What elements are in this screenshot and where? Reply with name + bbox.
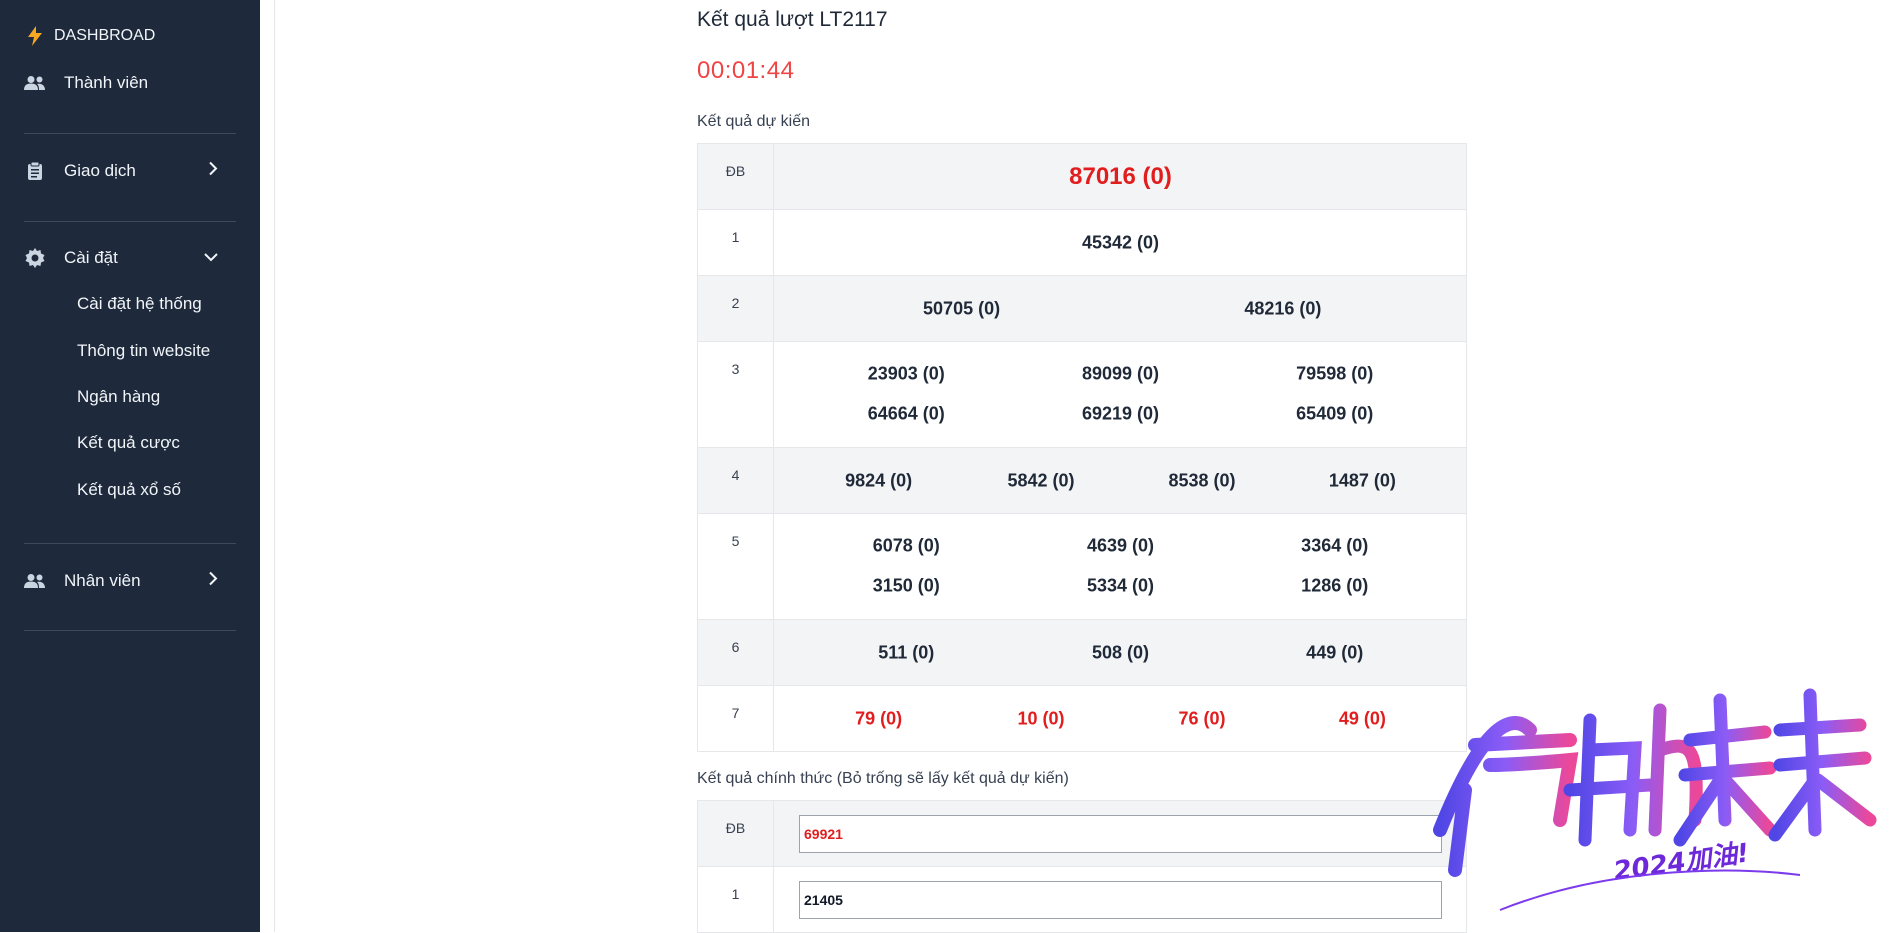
prize-value: 50705 (0) — [923, 298, 1001, 318]
special-prize-input[interactable] — [799, 814, 1442, 853]
prize-value: 5334 (0) — [1086, 575, 1155, 596]
expected-results-label: Kết quả dự kiến — [697, 113, 811, 130]
gear-icon — [24, 247, 46, 269]
prize-value: 9824 (0) — [845, 470, 913, 490]
prize-value: 3150 (0) — [872, 575, 940, 596]
sub-item-bet-results[interactable]: Kết quả cược — [77, 427, 180, 459]
table-row: 7 79 (0) 10 (0) 76 (0) 49 (0) — [698, 686, 1466, 751]
official-results-table: ĐB 1 — [697, 800, 1467, 933]
table-row: 1 45342 (0) — [698, 210, 1466, 276]
clipboard-icon — [24, 160, 46, 182]
prize-value: 76 (0) — [1178, 708, 1226, 728]
prize-value: 508 (0) — [1091, 642, 1150, 662]
page-title: Kết quả lượt LT2117 — [697, 8, 888, 31]
prize-value: 69219 (0) — [1081, 403, 1160, 424]
prize-value: 449 (0) — [1306, 642, 1364, 662]
sub-item-lottery-results[interactable]: Kết quả xổ số — [77, 474, 181, 506]
prize-value: 79 (0) — [855, 708, 903, 728]
prize-value: 23903 (0) — [867, 363, 945, 384]
prize-label: 1 — [698, 210, 774, 275]
sub-item-bank[interactable]: Ngân hàng — [77, 381, 160, 413]
nav-dashboard-label: DASHBROAD — [54, 27, 156, 44]
sidebar-divider — [24, 630, 236, 631]
table-row: 1 — [698, 867, 1466, 932]
expected-results-table: ĐB 87016 (0) 1 45342 (0) 2 50705 (0) 482… — [697, 143, 1467, 752]
nav-staff[interactable]: Nhân viên — [24, 561, 236, 601]
nav-settings-label: Cài đặt — [64, 248, 118, 267]
nav-settings[interactable]: Cài đặt — [24, 238, 236, 278]
first-prize-input[interactable] — [799, 880, 1442, 919]
prize-label: ĐB — [698, 144, 774, 209]
prize-value: 5842 (0) — [1007, 470, 1075, 490]
prize-value: 8538 (0) — [1168, 470, 1236, 490]
prize-label: 3 — [698, 342, 774, 447]
chevron-right-icon — [208, 571, 218, 591]
table-row: 6 511 (0) 508 (0) 449 (0) — [698, 620, 1466, 686]
nav-transactions-label: Giao dịch — [64, 161, 136, 180]
nav-transactions[interactable]: Giao dịch — [24, 151, 236, 191]
sidebar-divider — [24, 543, 236, 544]
countdown-timer: 00:01:44 — [697, 57, 795, 84]
table-row: 5 6078 (0) 4639 (0) 3364 (0) 3150 (0) 53… — [698, 514, 1466, 620]
users-icon — [24, 72, 46, 94]
table-row: 2 50705 (0) 48216 (0) — [698, 276, 1466, 342]
prize-value: 79598 (0) — [1296, 363, 1374, 384]
table-row: ĐB 87016 (0) — [698, 144, 1466, 210]
nav-members-label: Thành viên — [64, 73, 149, 92]
sub-item-system-settings[interactable]: Cài đặt hệ thống — [77, 288, 202, 320]
sidebar: DASHBROAD Thành viên Giao dịch Cài đặt C… — [0, 0, 260, 932]
sidebar-divider — [24, 133, 236, 134]
nav-dashboard[interactable]: DASHBROAD — [24, 16, 236, 56]
lightning-icon — [24, 25, 46, 47]
prize-value: 89099 (0) — [1081, 363, 1160, 384]
prize-value: 4639 (0) — [1086, 535, 1155, 556]
prize-value: 1487 (0) — [1328, 470, 1396, 490]
nav-staff-label: Nhân viên — [64, 571, 141, 590]
prize-label: ĐB — [698, 801, 774, 866]
prize-label: 2 — [698, 276, 774, 341]
chevron-right-icon — [208, 161, 218, 181]
prize-value: 64664 (0) — [867, 403, 945, 424]
prize-label: 5 — [698, 514, 774, 619]
chevron-down-icon — [204, 249, 218, 267]
prize-label: 4 — [698, 448, 774, 513]
prize-value: 10 (0) — [1017, 708, 1065, 728]
sidebar-divider — [24, 221, 236, 222]
prize-label: 6 — [698, 620, 774, 685]
table-row: ĐB — [698, 801, 1466, 867]
prize-value: 1286 (0) — [1301, 575, 1369, 596]
special-prize-value: 87016 (0) — [1069, 162, 1172, 190]
prize-value: 511 (0) — [878, 642, 935, 662]
prize-value: 65409 (0) — [1296, 403, 1374, 424]
official-results-label: Kết quả chính thức (Bỏ trống sẽ lấy kết … — [697, 770, 1069, 787]
prize-value: 48216 (0) — [1244, 298, 1322, 318]
sub-item-website-info[interactable]: Thông tin website — [77, 335, 210, 367]
prize-label: 7 — [698, 686, 774, 751]
nav-members[interactable]: Thành viên — [24, 63, 236, 103]
prize-label: 1 — [698, 867, 774, 932]
prize-value: 6078 (0) — [872, 535, 940, 556]
prize-value: 49 (0) — [1338, 708, 1386, 728]
table-row: 3 23903 (0) 89099 (0) 79598 (0) 64664 (0… — [698, 342, 1466, 448]
prize-value: 45342 (0) — [1081, 232, 1160, 252]
prize-value: 3364 (0) — [1301, 535, 1369, 556]
users-icon — [24, 570, 46, 592]
table-row: 4 9824 (0) 5842 (0) 8538 (0) 1487 (0) — [698, 448, 1466, 514]
